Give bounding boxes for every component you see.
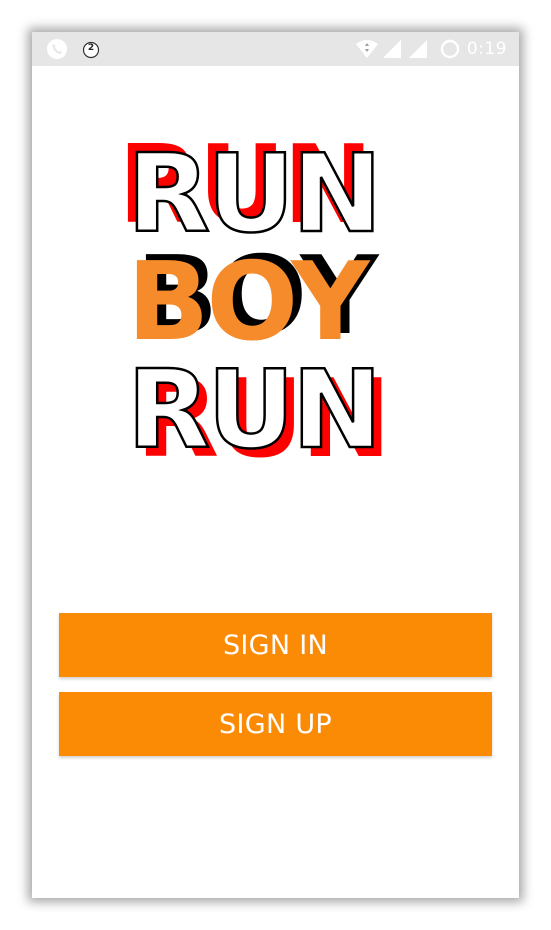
run-boy-run-logo: RUN RUN BOY BOY RUN RUN [102, 130, 452, 490]
status-bar: 2 0:19 [32, 32, 519, 66]
logo-word-boy: BOY [127, 240, 369, 365]
sign-in-button[interactable]: SIGN IN [59, 613, 492, 677]
logo-word-run-bottom: RUN [126, 348, 384, 473]
sign-up-button[interactable]: SIGN UP [59, 692, 492, 756]
notification-count: 2 [87, 43, 95, 53]
loading-icon [440, 39, 460, 59]
phone-icon [47, 39, 67, 59]
signal-icon [409, 40, 427, 58]
phone-screen: 2 0:19 RUN RUN BOY BOY RUN RUN SIGN IN S… [32, 32, 519, 898]
status-time: 0:19 [466, 39, 507, 59]
notification-badge-icon: 2 [82, 41, 100, 59]
wifi-icon [356, 40, 378, 58]
logo-line-run-bottom: RUN RUN [102, 348, 452, 474]
logo-line-boy: BOY BOY [102, 240, 452, 365]
signal-icon [383, 40, 401, 58]
